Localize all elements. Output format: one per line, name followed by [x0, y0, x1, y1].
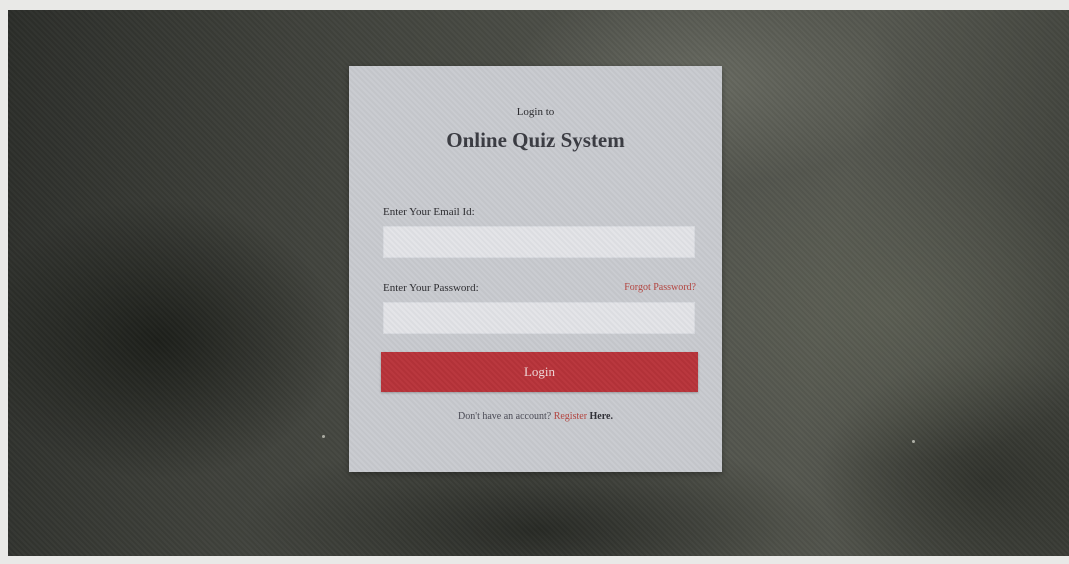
background-speck	[322, 435, 325, 438]
password-field[interactable]	[383, 302, 695, 334]
background-speck	[912, 440, 915, 443]
register-here-text: Here.	[589, 411, 613, 422]
forgot-password-link[interactable]: Forgot Password?	[624, 282, 696, 293]
login-subtitle: Login to	[516, 106, 555, 118]
login-card: Login to Online Quiz System Enter Your E…	[349, 66, 722, 472]
email-field[interactable]	[383, 226, 695, 258]
register-prompt-text: Don't have an account?	[458, 411, 552, 422]
register-prompt-line: Don't have an account? Register Here.	[349, 411, 722, 422]
password-label: Enter Your Password:	[383, 282, 479, 294]
page-title: Online Quiz System	[446, 128, 625, 152]
background-photo: Login to Online Quiz System Enter Your E…	[8, 10, 1069, 556]
email-label: Enter Your Email Id:	[383, 206, 475, 218]
login-button[interactable]: Login	[381, 352, 698, 392]
register-link[interactable]: Register	[554, 411, 587, 422]
